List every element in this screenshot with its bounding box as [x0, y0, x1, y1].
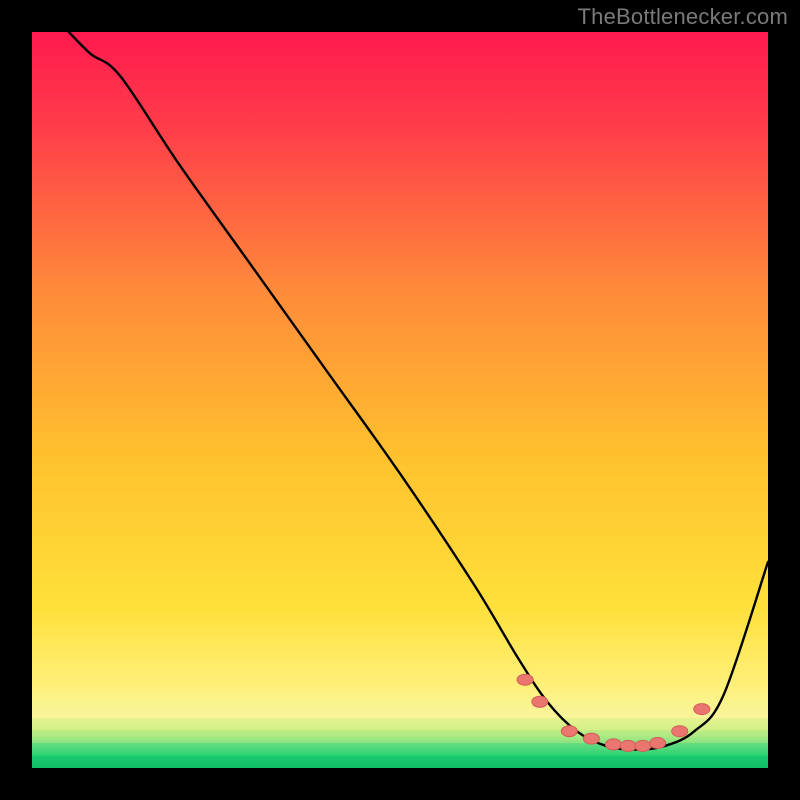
plot-area — [32, 32, 768, 768]
data-dot — [532, 696, 548, 707]
green-bands — [32, 705, 768, 768]
chart-svg — [32, 32, 768, 768]
data-dot — [561, 726, 577, 737]
data-dot — [650, 738, 666, 749]
watermark-text: TheBottleneckеr.com — [578, 4, 788, 30]
chart-frame: TheBottleneckеr.com — [0, 0, 800, 800]
data-dot — [517, 674, 533, 685]
data-dot — [583, 733, 599, 744]
gradient-bg — [32, 32, 768, 768]
data-dot — [605, 739, 621, 750]
data-dot — [620, 740, 636, 751]
data-dot — [635, 740, 651, 751]
data-dot — [694, 704, 710, 715]
data-dot — [672, 726, 688, 737]
